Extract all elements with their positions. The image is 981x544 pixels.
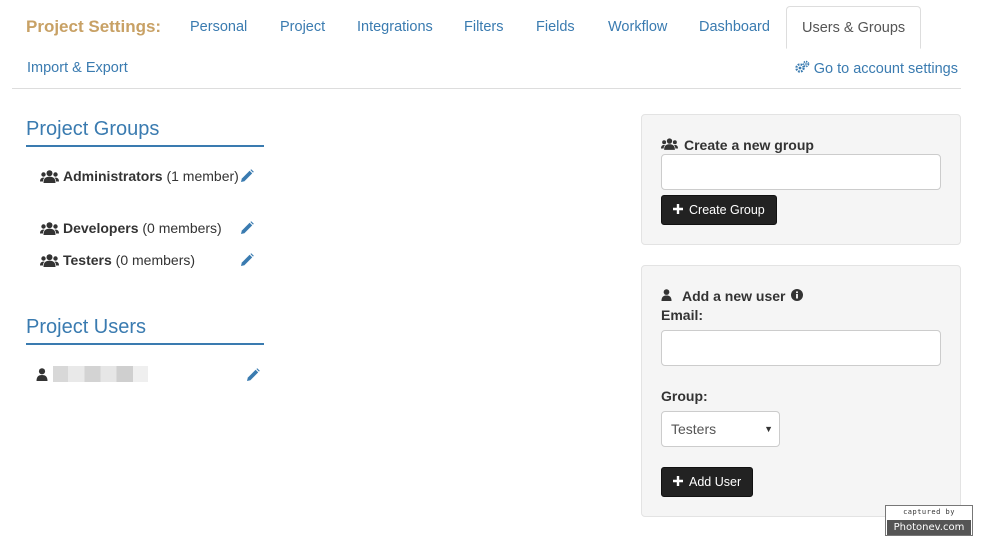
email-field[interactable]	[661, 330, 941, 366]
user-icon	[661, 288, 672, 304]
group-item-administrators: Administrators (1 member)	[40, 166, 260, 188]
create-group-panel: Create a new group Create Group	[641, 114, 961, 245]
email-label: Email:	[661, 307, 704, 323]
watermark-bottom-text: Photonev.com	[887, 520, 971, 535]
tab-project[interactable]: Project	[280, 19, 325, 35]
group-select-value: Testers	[671, 421, 717, 437]
pencil-icon	[246, 368, 260, 385]
add-user-button[interactable]: Add User	[661, 467, 754, 497]
group-item-developers: Developers (0 members)	[40, 218, 260, 240]
group-name-input[interactable]	[661, 154, 941, 190]
pencil-icon	[240, 221, 254, 238]
tab-workflow[interactable]: Workflow	[608, 19, 667, 35]
pencil-icon	[240, 253, 254, 270]
group-name: Testers	[63, 252, 112, 268]
info-circle-icon[interactable]	[791, 288, 804, 304]
user-icon	[36, 368, 48, 384]
edit-user-button[interactable]	[246, 368, 260, 385]
group-member-count: (0 members)	[142, 220, 222, 236]
top-navigation: Project Settings: Personal Project Integ…	[12, 6, 961, 89]
edit-group-testers-button[interactable]	[240, 253, 254, 270]
user-name-redacted	[53, 366, 148, 382]
plus-icon	[673, 475, 683, 489]
edit-group-developers-button[interactable]	[240, 221, 254, 238]
edit-group-administrators-button[interactable]	[240, 169, 254, 186]
tab-filters[interactable]: Filters	[464, 19, 503, 35]
account-settings-label: Go to account settings	[813, 61, 958, 77]
group-member-count: (0 members)	[115, 252, 196, 268]
tab-fields[interactable]: Fields	[536, 19, 575, 35]
users-icon	[661, 137, 678, 153]
users-icon	[40, 220, 59, 240]
group-name: Developers	[63, 220, 139, 236]
project-groups-heading: Project Groups	[26, 118, 264, 147]
tab-import-export[interactable]: Import & Export	[27, 60, 128, 76]
create-group-button-label: Create Group	[689, 203, 765, 217]
group-name: Administrators	[63, 168, 163, 184]
group-label: Group:	[661, 388, 708, 404]
group-item-testers: Testers (0 members)	[40, 250, 260, 272]
create-group-heading: Create a new group	[661, 137, 814, 153]
add-user-heading-label: Add a new user	[682, 288, 786, 304]
watermark-top-text: captured by	[903, 508, 955, 516]
project-users-heading: Project Users	[26, 316, 264, 345]
create-group-button[interactable]: Create Group	[661, 195, 777, 225]
account-settings-link[interactable]: Go to account settings	[794, 60, 958, 78]
add-user-panel: Add a new user Email: Group: Testers ▼ A…	[641, 265, 961, 517]
users-icon	[40, 252, 59, 272]
cogs-icon	[794, 60, 810, 78]
tab-integrations[interactable]: Integrations	[357, 19, 433, 35]
pencil-icon	[240, 169, 254, 186]
capture-watermark: captured by Photonev.com	[885, 505, 973, 536]
group-member-count: (1 member)	[166, 168, 239, 184]
add-user-button-label: Add User	[689, 475, 742, 489]
tab-users-groups[interactable]: Users & Groups	[786, 6, 922, 49]
user-list-item	[36, 366, 266, 382]
create-group-heading-label: Create a new group	[684, 137, 814, 153]
users-icon	[40, 168, 59, 188]
group-select[interactable]: Testers ▼	[661, 411, 780, 447]
page-title: Project Settings:	[26, 17, 162, 36]
tab-personal[interactable]: Personal	[190, 19, 247, 35]
tab-dashboard[interactable]: Dashboard	[699, 19, 770, 35]
add-user-heading: Add a new user	[661, 288, 804, 304]
plus-icon	[673, 203, 683, 217]
chevron-down-icon: ▼	[764, 424, 773, 434]
